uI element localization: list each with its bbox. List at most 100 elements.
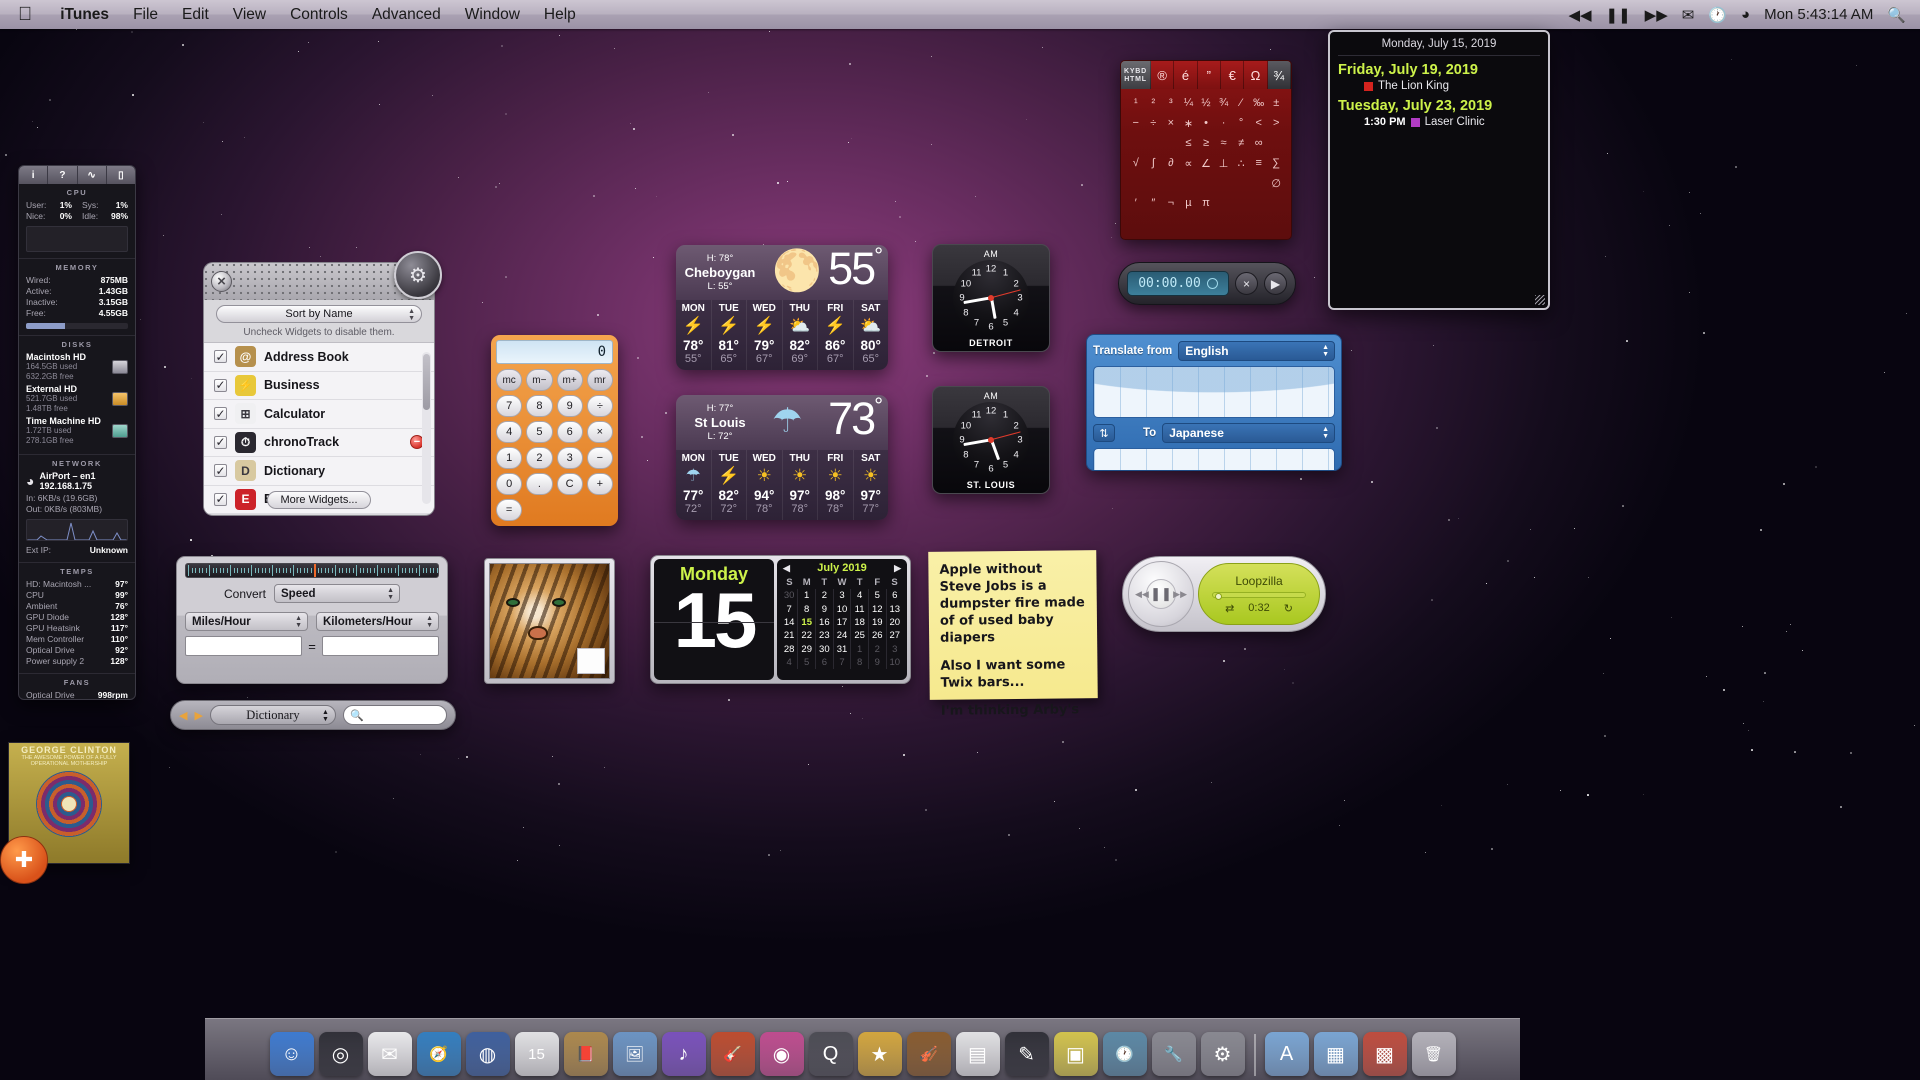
tab-greek[interactable]: Ω: [1244, 61, 1267, 89]
char-cell[interactable]: ¬: [1162, 193, 1180, 213]
stopwatch-reset-button[interactable]: ×: [1235, 272, 1258, 295]
char-cell[interactable]: [1267, 193, 1285, 213]
ical-event[interactable]: Friday, July 19, 2019The Lion King: [1338, 62, 1540, 92]
calc-key-4[interactable]: 4: [496, 421, 522, 443]
char-cell[interactable]: [1232, 173, 1250, 193]
dictionary-widget[interactable]: ◀ ▶ Dictionary ▲▼ 🔍: [170, 700, 456, 730]
tab-currency[interactable]: €: [1221, 61, 1244, 89]
calendar-day-cell[interactable]: 28: [781, 643, 798, 656]
tab-symbols[interactable]: ®: [1151, 61, 1174, 89]
char-cell[interactable]: ∠: [1197, 153, 1215, 173]
char-cell[interactable]: µ: [1180, 193, 1198, 213]
char-cell[interactable]: ∞: [1250, 133, 1268, 153]
calculator-keys[interactable]: mcm−m+mr789÷456×123−0.C+=: [496, 369, 613, 521]
calc-key-8[interactable]: 8: [526, 395, 552, 417]
widget-checkbox[interactable]: ✓: [214, 464, 227, 477]
calc-key-1[interactable]: 1: [496, 447, 522, 469]
dock-item-documents-folder[interactable]: A: [1265, 1032, 1309, 1076]
dock-item-preview[interactable]: 🖼: [613, 1032, 657, 1076]
shuffle-icon[interactable]: ⇄: [1225, 602, 1234, 615]
calendar-day-cell[interactable]: 20: [886, 616, 903, 629]
calendar-day-cell[interactable]: 7: [781, 602, 798, 615]
menu-item-help[interactable]: Help: [532, 0, 588, 29]
char-cell[interactable]: ±: [1267, 93, 1285, 113]
calc-key-=[interactable]: =: [496, 499, 522, 521]
menu-item-edit[interactable]: Edit: [170, 0, 221, 29]
calendar-day-cell[interactable]: 30: [781, 589, 798, 602]
widget-list-item[interactable]: ✓⊞Calculator: [204, 400, 434, 429]
char-cell[interactable]: ¹: [1127, 93, 1145, 113]
char-cell[interactable]: [1145, 173, 1163, 193]
unit-converter-widget[interactable]: Convert Speed ▲▼ Miles/Hour ▲▼ Kilometer…: [176, 556, 448, 684]
calendar-day-cell[interactable]: 4: [781, 656, 798, 669]
char-cell[interactable]: °: [1232, 113, 1250, 133]
graph-icon[interactable]: ∿: [78, 166, 107, 184]
char-cell[interactable]: [1215, 193, 1233, 213]
char-cell[interactable]: ′: [1127, 193, 1145, 213]
sticky-note-widget[interactable]: Apple without Steve Jobs is a dumpster f…: [928, 550, 1098, 700]
ical-event[interactable]: Tuesday, July 23, 20191:30 PMLaser Clini…: [1338, 98, 1540, 128]
calendar-day-cell[interactable]: 26: [868, 629, 886, 642]
track-progress-bar[interactable]: [1212, 592, 1306, 598]
char-cell[interactable]: [1267, 133, 1285, 153]
calendar-day-cell[interactable]: 3: [886, 643, 903, 656]
dock-item-textedit[interactable]: ▤: [956, 1032, 1000, 1076]
mail-icon[interactable]: ✉: [1682, 6, 1695, 24]
calendar-day-cell[interactable]: 24: [833, 629, 851, 642]
calc-key-5[interactable]: 5: [526, 421, 552, 443]
dock-item-address-book[interactable]: 📕: [564, 1032, 608, 1076]
calc-key-×[interactable]: ×: [587, 421, 613, 443]
click-wheel[interactable]: ◀◀ ❚❚ ▶▶: [1128, 561, 1194, 627]
char-cell[interactable]: ⁄: [1232, 93, 1250, 113]
calendar-day-cell[interactable]: 1: [851, 643, 869, 656]
widget-checkbox[interactable]: ✓: [214, 379, 227, 392]
char-cell[interactable]: [1250, 173, 1268, 193]
calc-key-m+[interactable]: m+: [557, 369, 583, 391]
calendar-day-cell[interactable]: 5: [798, 656, 816, 669]
translate-from-dropdown[interactable]: English ▲▼: [1178, 341, 1335, 361]
calendar-day-cell[interactable]: 6: [816, 656, 834, 669]
menu-item-file[interactable]: File: [121, 0, 170, 29]
dictionary-search-field[interactable]: 🔍: [343, 705, 447, 725]
calc-key-−[interactable]: −: [587, 447, 613, 469]
char-cell[interactable]: [1162, 133, 1180, 153]
calendar-day-cell[interactable]: 18: [851, 616, 869, 629]
char-cell[interactable]: [1215, 173, 1233, 193]
char-cell[interactable]: ¾: [1215, 93, 1233, 113]
battery-icon[interactable]: ▯: [107, 166, 135, 184]
calendar-day-cell[interactable]: 8: [851, 656, 869, 669]
translation-widget[interactable]: Translate from English ▲▼ ⇅ To Japanese …: [1086, 334, 1342, 471]
calendar-day-cell[interactable]: 11: [851, 602, 869, 615]
system-monitor-widget[interactable]: i ? ∿ ▯ CPU User:1% Nice:0% Sys:1% Idle:…: [18, 165, 136, 700]
dock-item-dashboard[interactable]: ◎: [319, 1032, 363, 1076]
airport-icon[interactable]: ◕: [1741, 6, 1750, 23]
char-cell[interactable]: ∑: [1267, 153, 1285, 173]
apple-menu-icon[interactable]: : [18, 5, 32, 24]
char-cell[interactable]: ∫: [1145, 153, 1163, 173]
converter-category-dropdown[interactable]: Speed ▲▼: [274, 584, 400, 603]
prev-icon[interactable]: ◀◀: [1135, 589, 1149, 600]
calendar-widget[interactable]: Monday 15 ◀ July 2019 ▶ SMTWTFS 30123456…: [650, 555, 911, 684]
calc-key-2[interactable]: 2: [526, 447, 552, 469]
next-arrow-icon[interactable]: ▶: [894, 563, 901, 574]
char-cell[interactable]: ‰: [1250, 93, 1268, 113]
menu-item-window[interactable]: Window: [453, 0, 532, 29]
char-cell[interactable]: [1197, 173, 1215, 193]
sort-dropdown[interactable]: Sort by Name ▲▼: [216, 305, 422, 323]
calendar-day-cell[interactable]: 14: [781, 616, 798, 629]
istat-tab-help[interactable]: ?: [48, 166, 77, 184]
more-widgets-button[interactable]: More Widgets...: [267, 491, 370, 509]
dock-item-mail[interactable]: ✉: [368, 1032, 412, 1076]
dock-item-safari[interactable]: 🧭: [417, 1032, 461, 1076]
translate-source-input[interactable]: [1093, 366, 1335, 418]
next-icon[interactable]: ▶: [194, 709, 202, 722]
photo-crop-handle[interactable]: [577, 648, 605, 674]
calendar-day-cell[interactable]: 9: [816, 602, 834, 615]
char-cell[interactable]: ∝: [1180, 153, 1198, 173]
calendar-day-cell[interactable]: 27: [886, 629, 903, 642]
widget-checkbox[interactable]: ✓: [214, 350, 227, 363]
converter-to-unit-dropdown[interactable]: Kilometers/Hour ▲▼: [316, 612, 439, 631]
char-cell[interactable]: [1232, 193, 1250, 213]
dock[interactable]: ☺◎✉🧭◍15📕🖼♪🎸◉Q★🎻▤✎▣🕐🔧⚙A▦▩🗑: [205, 1018, 1520, 1080]
char-cell[interactable]: ∅: [1267, 173, 1285, 193]
